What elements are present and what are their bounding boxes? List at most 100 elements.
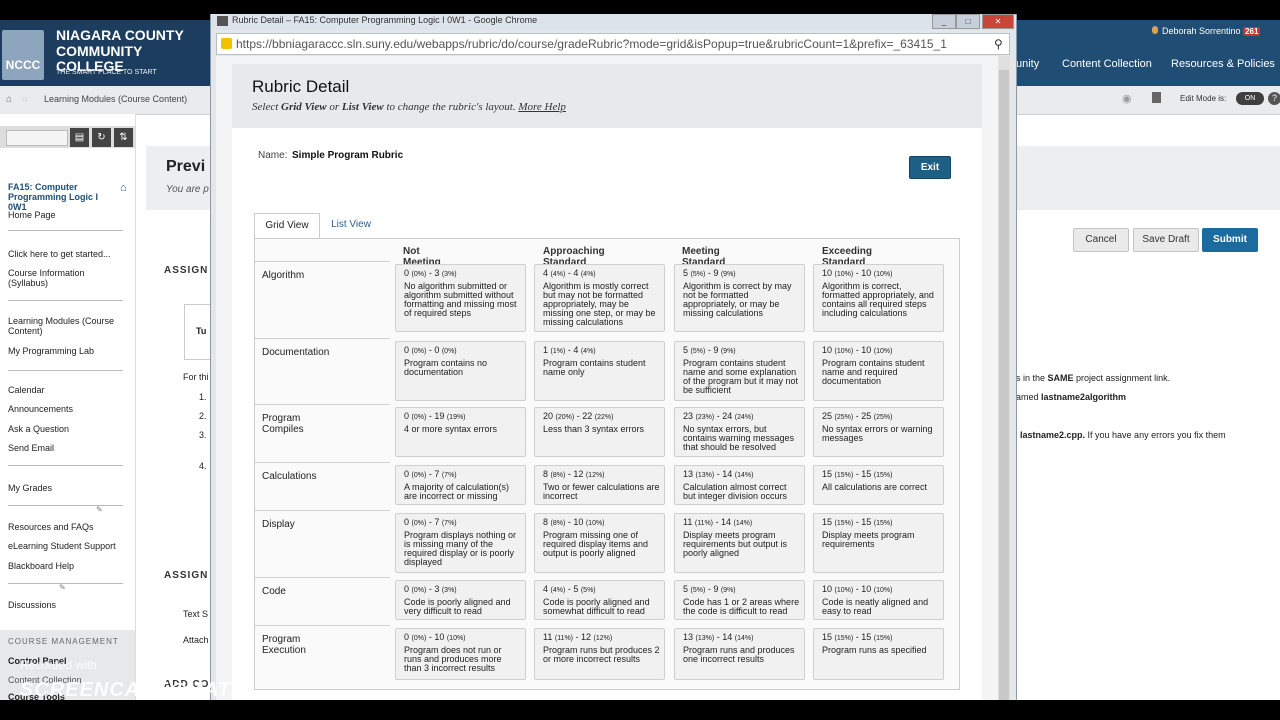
sidebar-item-ask-question[interactable]: Ask a Question: [8, 424, 69, 434]
home-course-icon[interactable]: ⌂: [120, 182, 127, 194]
cell-description: Algorithm is correct, formatted appropri…: [822, 281, 934, 318]
cell-points: 25 (25%) - 25 (25%): [822, 411, 893, 422]
cell-description: A majority of calculation(s) are incorre…: [404, 482, 510, 501]
cell-points: 11 (11%) - 14 (14%): [683, 517, 753, 528]
sidebar-item-elearning-support[interactable]: eLearning Student Support: [8, 541, 116, 551]
edit-link-icon: ✎: [59, 583, 66, 592]
sidebar-item-my-grades[interactable]: My Grades: [8, 483, 52, 493]
sidebar-item-send-email[interactable]: Send Email: [8, 443, 54, 453]
instructions-box-text: Tu: [196, 326, 207, 336]
rubric-cell[interactable]: 10 (10%) - 10 (10%) Program contains stud…: [813, 341, 944, 401]
rubric-cell[interactable]: 13 (13%) - 14 (14%) Program runs and prod…: [674, 628, 805, 680]
sidebar-item-course-info[interactable]: Course Information (Syllabus): [8, 268, 108, 288]
rubric-cell[interactable]: 0 (0%) - 10 (10%) Program does not run or…: [395, 628, 526, 680]
cell-description: Program contains no documentation: [404, 358, 488, 377]
sidebar-item-announcements[interactable]: Announcements: [8, 404, 73, 414]
sidebar-item-discussions[interactable]: Discussions: [8, 600, 56, 610]
submit-button[interactable]: Submit: [1202, 228, 1258, 252]
rubric-cell[interactable]: 10 (10%) - 10 (10%) Code is neatly aligne…: [813, 580, 944, 620]
cancel-button[interactable]: Cancel: [1073, 228, 1129, 252]
nav-content-collection[interactable]: Content Collection: [1062, 58, 1152, 70]
user-menu[interactable]: Deborah Sorrentino 261: [1162, 26, 1261, 36]
rubric-cell[interactable]: 0 (0%) - 3 (3%) Code is poorly aligned an…: [395, 580, 526, 620]
rubric-cell[interactable]: 5 (5%) - 9 (9%) Program contains student …: [674, 341, 805, 401]
rubric-cell[interactable]: 0 (0%) - 0 (0%) Program contains no docum…: [395, 341, 526, 401]
scrollbar-thumb[interactable]: [999, 70, 1009, 700]
cell-points: 10 (10%) - 10 (10%): [822, 345, 893, 356]
rubric-cell[interactable]: 0 (0%) - 3 (3%) No algorithm submitted or…: [395, 264, 526, 332]
nav-community[interactable]: unity: [1016, 58, 1039, 70]
rubric-cell[interactable]: 5 (5%) - 9 (9%) Code has 1 or 2 areas whe…: [674, 580, 805, 620]
rubric-cell[interactable]: 0 (0%) - 7 (7%) A majority of calculation…: [395, 465, 526, 505]
sidebar-item-home-page[interactable]: Home Page: [8, 210, 56, 220]
home-icon[interactable]: ⌂: [6, 94, 12, 105]
lock-icon[interactable]: [221, 38, 232, 49]
criterion-label: Calculations: [262, 471, 317, 482]
edit-mode-toggle[interactable]: ON: [1236, 92, 1264, 105]
sort-icon[interactable]: ⇅: [114, 128, 133, 147]
sidebar-item-learning-modules[interactable]: Learning Modules (Course Content): [8, 316, 123, 336]
rubric-cell[interactable]: 0 (0%) - 19 (19%) 4 or more syntax errors: [395, 407, 526, 457]
notification-count: 261: [1243, 27, 1261, 36]
cell-points: 15 (15%) - 15 (15%): [822, 469, 893, 480]
save-draft-button[interactable]: Save Draft: [1133, 228, 1199, 252]
rubric-cell[interactable]: 13 (13%) - 14 (14%) Calculation almost co…: [674, 465, 805, 505]
list-number: 4.: [199, 461, 207, 471]
nav-resources-policies[interactable]: Resources & Policies: [1171, 58, 1275, 70]
cell-description: Calculation almost correct but integer d…: [683, 482, 788, 501]
cell-points: 0 (0%) - 7 (7%): [404, 517, 457, 528]
cell-points: 0 (0%) - 0 (0%): [404, 345, 457, 356]
tab-list-view[interactable]: List View: [322, 213, 380, 237]
rubric-cell[interactable]: 11 (11%) - 14 (14%) Display meets program…: [674, 513, 805, 573]
rubric-cell[interactable]: 10 (10%) - 10 (10%) Algorithm is correct,…: [813, 264, 944, 332]
breadcrumb[interactable]: Learning Modules (Course Content): [44, 94, 187, 104]
url-text[interactable]: https://bbniagaraccc.sln.suny.edu/webapp…: [236, 37, 988, 51]
minimize-icon[interactable]: _: [932, 14, 956, 29]
sidebar-item-blackboard-help[interactable]: Blackboard Help: [8, 561, 74, 571]
rubric-cell[interactable]: 15 (15%) - 15 (15%) Program runs as speci…: [813, 628, 944, 680]
rubric-cell[interactable]: 11 (11%) - 12 (12%) Program runs but prod…: [534, 628, 665, 680]
cell-points: 15 (15%) - 15 (15%): [822, 517, 893, 528]
cell-description: Code is poorly aligned and very difficul…: [404, 597, 511, 616]
rubric-cell[interactable]: 4 (4%) - 4 (4%) Algorithm is mostly corre…: [534, 264, 665, 332]
rubric-cell[interactable]: 15 (15%) - 15 (15%) Display meets program…: [813, 513, 944, 573]
criterion-label: Algorithm: [262, 270, 305, 281]
rubric-cell[interactable]: 8 (8%) - 12 (12%) Two or fewer calculatio…: [534, 465, 665, 505]
close-icon[interactable]: ✕: [982, 14, 1014, 29]
tab-grid-view[interactable]: Grid View: [254, 213, 320, 238]
folder-icon[interactable]: ▤: [70, 128, 89, 147]
rubric-cell[interactable]: 25 (25%) - 25 (25%) No syntax errors or w…: [813, 407, 944, 457]
exit-button[interactable]: Exit: [909, 156, 951, 179]
refresh-icon[interactable]: ↻: [92, 128, 111, 147]
rubric-cell[interactable]: 20 (20%) - 22 (22%) Less than 3 syntax er…: [534, 407, 665, 457]
rubric-cell[interactable]: 15 (15%) - 15 (15%) All calculations are …: [813, 465, 944, 505]
cell-points: 5 (5%) - 9 (9%): [683, 584, 736, 595]
assignment-submission-heading: ASSIGN: [164, 570, 209, 581]
help-icon[interactable]: ?: [1268, 92, 1280, 105]
eye-icon[interactable]: ◉: [1122, 92, 1132, 105]
instructions-text: For thi: [183, 372, 209, 382]
cell-description: Program missing one of required display …: [543, 530, 649, 558]
rubric-cell[interactable]: 8 (8%) - 10 (10%) Program missing one of …: [534, 513, 665, 573]
instructions-line-errors: lastname2.cpp. If you have any errors yo…: [1020, 430, 1226, 440]
page-icon[interactable]: [1152, 92, 1161, 103]
more-help-link[interactable]: More Help: [518, 101, 566, 113]
rubric-cell[interactable]: 0 (0%) - 7 (7%) Program displays nothing …: [395, 513, 526, 573]
cell-description: No algorithm submitted or algorithm subm…: [404, 281, 517, 318]
course-menu-search[interactable]: [6, 130, 68, 146]
course-title[interactable]: FA15: Computer Programming Logic I 0W1: [8, 182, 118, 212]
search-icon[interactable]: ⚲: [994, 37, 1003, 51]
criterion-label: Documentation: [262, 347, 330, 358]
rubric-cell[interactable]: 4 (4%) - 5 (5%) Code is poorly aligned an…: [534, 580, 665, 620]
cell-description: Display meets program requirements: [822, 530, 915, 549]
sidebar-item-programming-lab[interactable]: My Programming Lab: [8, 346, 94, 356]
rubric-cell[interactable]: 23 (23%) - 24 (24%) No syntax errors, but…: [674, 407, 805, 457]
popup-window-title: Rubric Detail – FA15: Computer Programmi…: [232, 15, 538, 25]
college-logo-area[interactable]: NCCC NIAGARA COUNTY COMMUNITY COLLEGE TH…: [0, 20, 210, 86]
sidebar-item-resources-faqs[interactable]: Resources and FAQs: [8, 522, 94, 532]
maximize-icon[interactable]: □: [956, 14, 980, 29]
sidebar-item-calendar[interactable]: Calendar: [8, 385, 45, 395]
rubric-cell[interactable]: 5 (5%) - 9 (9%) Algorithm is correct by m…: [674, 264, 805, 332]
rubric-cell[interactable]: 1 (1%) - 4 (4%) Program contains student …: [534, 341, 665, 401]
sidebar-item-get-started[interactable]: Click here to get started...: [8, 249, 111, 259]
